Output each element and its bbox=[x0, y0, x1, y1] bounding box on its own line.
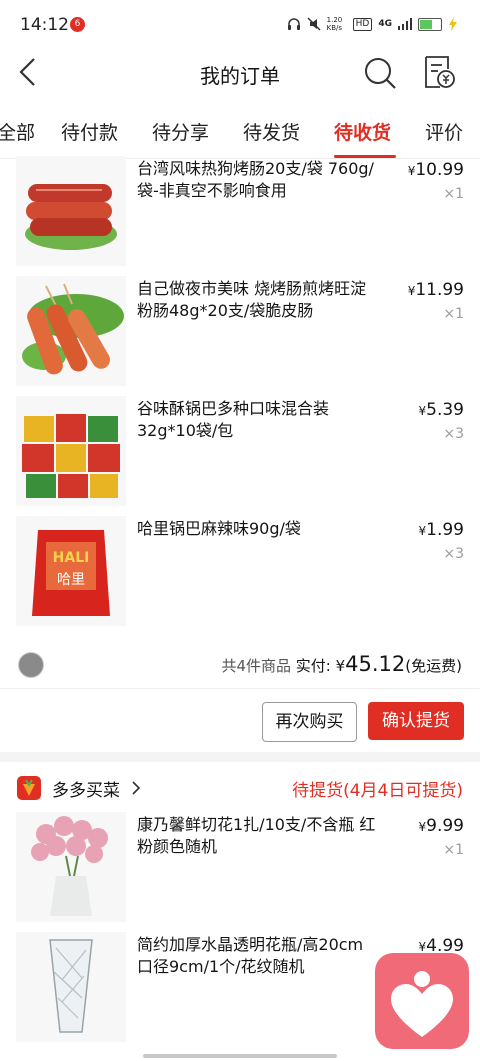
order-item[interactable]: 康乃馨鲜切花1扎/10支/不含瓶 红粉颜色随机 ¥9.99 ×1 bbox=[0, 812, 480, 930]
product-price: ¥1.99 bbox=[418, 520, 465, 540]
tab-all[interactable]: 全部 bbox=[0, 118, 35, 145]
order-actions: 再次购买 确认提货 bbox=[0, 690, 480, 750]
product-name: 简约加厚水晶透明花瓶/高20cm口径9cm/1个/花纹随机 bbox=[137, 935, 364, 976]
bill-icon[interactable] bbox=[422, 54, 456, 90]
store-header[interactable]: 多多买菜 待提货(4月4日可提货) bbox=[0, 762, 480, 812]
hd-badge: HD bbox=[352, 17, 373, 31]
product-quantity: ×3 bbox=[443, 546, 464, 562]
order-total: 共4件商品 实付: ¥45.12(免运费) bbox=[221, 652, 462, 676]
network-type: 4G bbox=[378, 19, 392, 29]
nav-bar: 我的订单 bbox=[0, 50, 480, 96]
product-price: ¥11.99 bbox=[407, 280, 464, 300]
product-image-sausage bbox=[16, 156, 126, 266]
product-name: 哈里锅巴麻辣味90g/袋 bbox=[137, 519, 301, 538]
mute-icon bbox=[307, 17, 321, 31]
avatar bbox=[18, 652, 44, 678]
product-image-carnations bbox=[16, 812, 126, 922]
headphones-icon bbox=[287, 18, 300, 30]
svg-text:哈里: 哈里 bbox=[57, 572, 85, 588]
product-name: 康乃馨鲜切花1扎/10支/不含瓶 红粉颜色随机 bbox=[137, 815, 376, 856]
product-image-glass-vase bbox=[16, 932, 126, 1042]
status-bar: 14:12 6 1.20 KB/s HD 4G bbox=[0, 0, 480, 50]
product-name: 谷味酥锅巴多种口味混合装32g*10袋/包 bbox=[137, 399, 330, 440]
store-name: 多多买菜 bbox=[52, 781, 120, 801]
product-price: ¥10.99 bbox=[407, 160, 464, 180]
heart-icon bbox=[391, 971, 453, 1037]
confirm-pickup-button[interactable]: 确认提货 bbox=[368, 702, 464, 740]
order-summary: 共4件商品 实付: ¥45.12(免运费) bbox=[0, 640, 480, 686]
floating-heart-button[interactable] bbox=[375, 953, 469, 1049]
order-tabs: 全部 待付款 待分享 待发货 待收货 评价 bbox=[0, 100, 480, 159]
svg-text:HALI: HALI bbox=[53, 550, 90, 566]
chevron-right-icon bbox=[132, 781, 141, 795]
status-icons: 1.20 KB/s HD 4G bbox=[287, 16, 458, 32]
page-title: 我的订单 bbox=[200, 64, 280, 88]
order-item[interactable]: HALI 哈里 哈里锅巴麻辣味90g/袋 ¥1.99 ×3 bbox=[0, 516, 480, 634]
battery-icon bbox=[418, 17, 442, 31]
network-speed: 1.20 KB/s bbox=[326, 16, 343, 32]
tab-pending-share[interactable]: 待分享 bbox=[152, 118, 209, 145]
product-quantity: ×3 bbox=[443, 426, 464, 442]
section-gap bbox=[0, 752, 480, 762]
divider bbox=[0, 688, 480, 689]
tab-review[interactable]: 评价 bbox=[425, 118, 463, 145]
product-image-grilled-sausage bbox=[16, 276, 126, 386]
product-name: 自己做夜市美味 烧烤肠煎烤旺淀粉肠48g*20支/袋脆皮肠 bbox=[137, 279, 367, 320]
rebuy-button[interactable]: 再次购买 bbox=[262, 702, 357, 742]
app-notification-icon: 6 bbox=[70, 17, 85, 32]
product-quantity: ×1 bbox=[443, 186, 464, 202]
signal-icon bbox=[398, 18, 412, 30]
search-icon[interactable] bbox=[363, 56, 397, 90]
order-item[interactable]: 台湾风味热狗烤肠20支/袋 760g/袋-非真空不影响食用 ¥10.99 ×1 bbox=[0, 156, 480, 274]
product-price: ¥9.99 bbox=[418, 816, 465, 836]
tab-pending-shipment[interactable]: 待发货 bbox=[243, 118, 300, 145]
status-time: 14:12 bbox=[20, 15, 69, 35]
product-quantity: ×1 bbox=[443, 306, 464, 322]
product-image-crispy-snacks bbox=[16, 396, 126, 506]
product-name: 台湾风味热狗烤肠20支/袋 760g/袋-非真空不影响食用 bbox=[137, 159, 374, 200]
order-item[interactable]: 自己做夜市美味 烧烤肠煎烤旺淀粉肠48g*20支/袋脆皮肠 ¥11.99 ×1 bbox=[0, 276, 480, 394]
product-price: ¥5.39 bbox=[418, 400, 465, 420]
product-image-hali-crisps: HALI 哈里 bbox=[16, 516, 126, 626]
order-item[interactable]: 谷味酥锅巴多种口味混合装32g*10袋/包 ¥5.39 ×3 bbox=[0, 396, 480, 514]
charging-icon bbox=[449, 17, 457, 31]
store-logo-icon bbox=[17, 776, 41, 800]
pickup-status: 待提货(4月4日可提货) bbox=[292, 781, 463, 801]
home-indicator[interactable] bbox=[143, 1054, 337, 1058]
tab-pending-receipt[interactable]: 待收货 bbox=[334, 118, 391, 145]
tab-pending-payment[interactable]: 待付款 bbox=[61, 118, 118, 145]
product-quantity: ×1 bbox=[443, 842, 464, 858]
